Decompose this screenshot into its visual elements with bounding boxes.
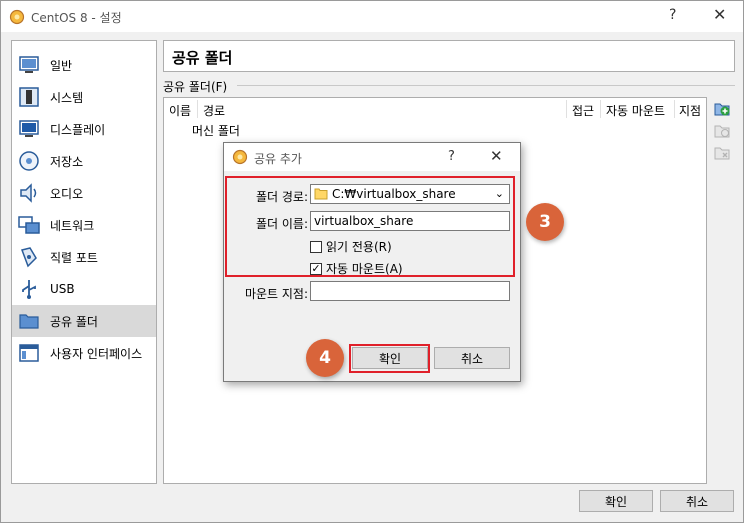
column-separator <box>566 100 567 118</box>
dialog-close-button[interactable]: ✕ <box>490 147 503 165</box>
edit-folder-icon[interactable] <box>713 122 731 140</box>
window-title: CentOS 8 - 설정 <box>31 11 122 25</box>
sidebar-item-label: 시스템 <box>50 90 84 105</box>
sidebar-item-user-interface[interactable]: 사용자 인터페이스 <box>12 337 156 369</box>
mountpoint-input[interactable] <box>310 281 510 301</box>
sidebar-item-audio[interactable]: 오디오 <box>12 177 156 209</box>
mountpoint-label: 마운트 지점: <box>244 287 308 301</box>
column-header-automount[interactable]: 자동 마운트 <box>606 102 665 119</box>
sidebar-item-label: 오디오 <box>50 186 84 201</box>
sidebar-item-label: 저장소 <box>50 154 84 169</box>
close-button[interactable]: ✕ <box>713 5 726 24</box>
sidebar-item-storage[interactable]: 저장소 <box>12 145 156 177</box>
sidebar-item-label: 일반 <box>50 58 73 73</box>
page-header: 공유 폴더 <box>163 40 735 72</box>
sidebar-item-network[interactable]: 네트워크 <box>12 209 156 241</box>
column-separator <box>674 100 675 118</box>
sidebar-item-general[interactable]: 일반 <box>12 49 156 81</box>
help-button[interactable]: ? <box>669 7 676 23</box>
sidebar-item-usb[interactable]: USB <box>12 273 156 305</box>
tree-row-machine-folders[interactable]: 머신 폴더 <box>192 122 240 139</box>
column-header-name[interactable]: 이름 <box>169 102 191 119</box>
sidebar-item-shared-folders[interactable]: 공유 폴더 <box>12 305 156 337</box>
dialog-help-button[interactable]: ? <box>448 149 455 164</box>
remove-folder-icon[interactable] <box>713 144 731 162</box>
sidebar-item-label: 공유 폴더 <box>50 314 98 329</box>
display-icon <box>19 120 39 137</box>
general-icon <box>19 56 39 73</box>
highlight-frame-fields <box>225 176 515 277</box>
virtualbox-icon <box>9 9 25 25</box>
dialog-titlebar: 공유 추가 ? ✕ <box>224 143 520 171</box>
highlight-frame-ok <box>349 344 430 373</box>
settings-sidebar: 일반 시스템 디스플레이 저장소 오디오 네트워크 직렬 포트 USB 공유 폴… <box>11 40 157 484</box>
sidebar-item-label: USB <box>50 282 75 296</box>
system-icon <box>19 87 39 107</box>
audio-icon <box>20 183 37 203</box>
cancel-button[interactable]: 취소 <box>660 490 734 512</box>
step-badge-4: 4 <box>306 339 344 377</box>
ok-button[interactable]: 확인 <box>579 490 653 512</box>
user-interface-icon <box>19 344 39 362</box>
storage-icon <box>19 151 39 171</box>
group-label: 공유 폴더(F) <box>163 80 228 94</box>
serial-port-icon <box>21 247 37 268</box>
sidebar-item-label: 네트워크 <box>50 218 95 233</box>
network-icon <box>18 216 40 234</box>
add-folder-icon[interactable] <box>713 100 731 118</box>
window-titlebar: CentOS 8 - 설정 ? ✕ <box>0 0 744 32</box>
column-header-access[interactable]: 접근 <box>572 102 594 119</box>
sidebar-item-label: 디스플레이 <box>50 122 106 137</box>
column-header-path[interactable]: 경로 <box>203 102 225 119</box>
sidebar-item-serial-port[interactable]: 직렬 포트 <box>12 241 156 273</box>
column-separator <box>600 100 601 118</box>
sidebar-item-display[interactable]: 디스플레이 <box>12 113 156 145</box>
column-header-at[interactable]: 지점 <box>679 102 701 119</box>
page-title: 공유 폴더 <box>172 49 233 67</box>
column-separator <box>197 100 198 118</box>
shared-folder-icon <box>19 314 39 329</box>
dialog-title: 공유 추가 <box>254 152 302 166</box>
sidebar-item-label: 사용자 인터페이스 <box>50 346 143 361</box>
dialog-cancel-button[interactable]: 취소 <box>434 347 510 369</box>
sidebar-item-label: 직렬 포트 <box>50 250 98 265</box>
step-badge-3: 3 <box>526 203 564 241</box>
usb-icon <box>22 280 36 299</box>
virtualbox-icon <box>232 149 248 165</box>
group-divider <box>237 85 735 86</box>
sidebar-item-system[interactable]: 시스템 <box>12 81 156 113</box>
